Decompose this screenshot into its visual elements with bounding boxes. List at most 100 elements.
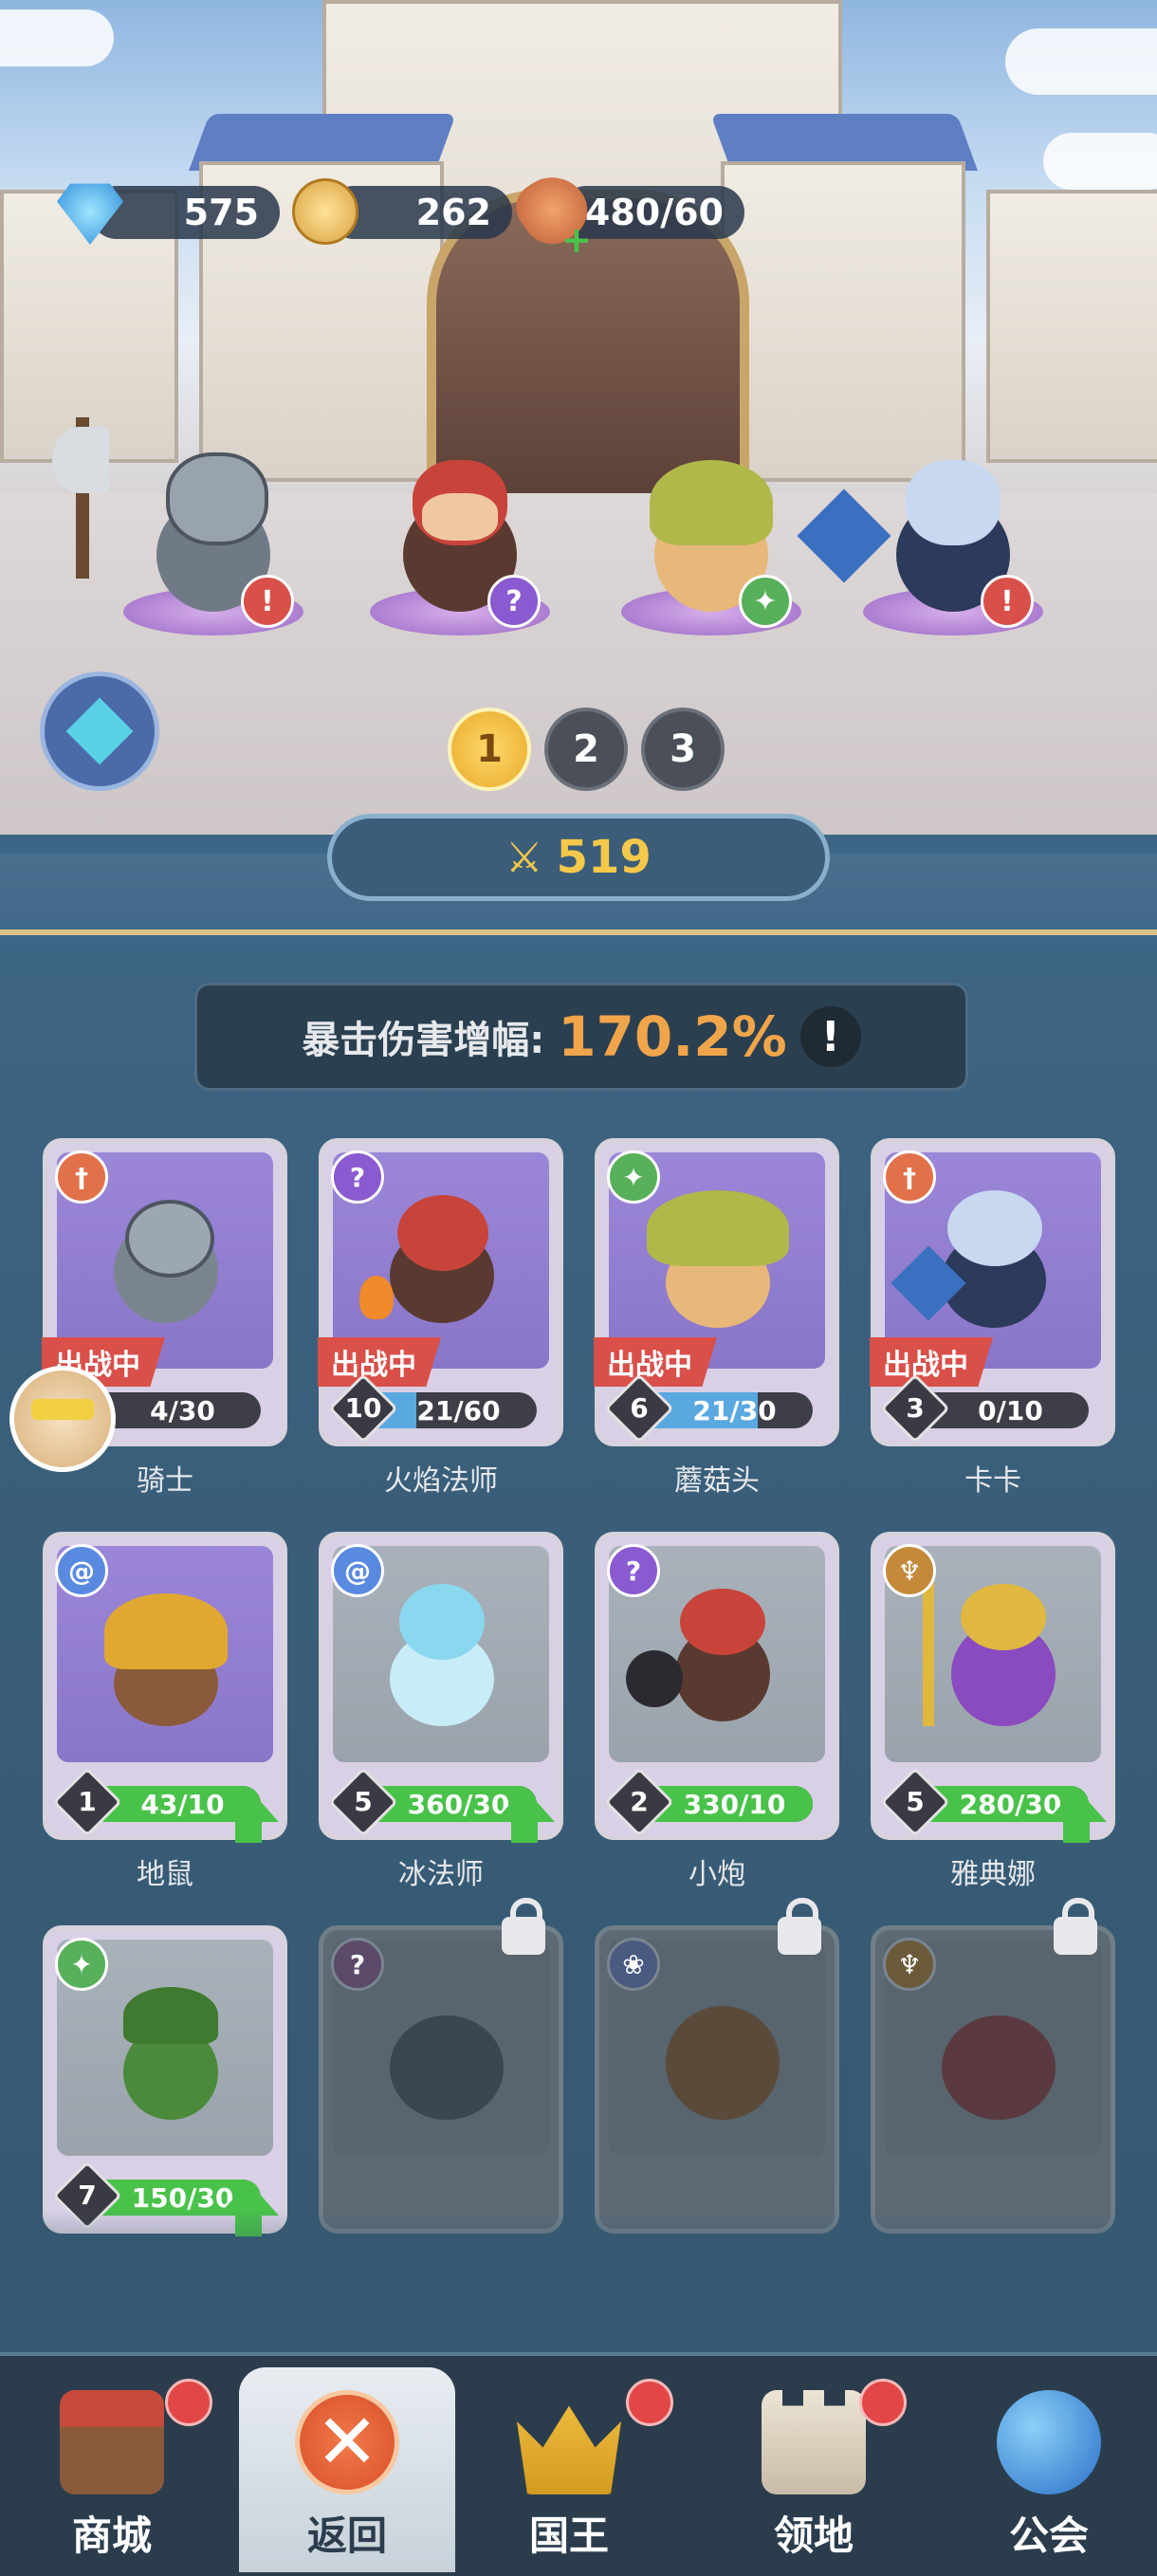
formation-button[interactable] <box>40 672 159 791</box>
deployed-tag: 出战中 <box>594 1337 717 1387</box>
panel-trim <box>0 929 1157 935</box>
cloud <box>1043 133 1157 190</box>
hero-card-cannon[interactable]: ? 330/10 2 <box>595 1532 839 1840</box>
ice-crown <box>399 1584 485 1660</box>
kaka-hair <box>906 460 1001 545</box>
hero-card-fire-mage[interactable]: ? 出战中 21/60 10 <box>318 1138 563 1446</box>
constellation-icon: ✦ <box>55 1938 108 1991</box>
hero-card-locked[interactable]: ? <box>319 1898 563 2234</box>
sword-icon: ⚔ <box>505 833 543 882</box>
lock-icon <box>778 1898 821 1955</box>
nav-guild[interactable]: 公会 <box>945 2371 1153 2572</box>
level-number: 6 <box>630 1392 649 1424</box>
lock-icon <box>1054 1898 1097 1955</box>
stage-hero-fire-mage[interactable]: ? <box>370 446 550 635</box>
cloud <box>1005 28 1157 95</box>
wings-icon: ♆ <box>883 1938 936 1991</box>
info-button[interactable]: ! <box>799 1006 861 1067</box>
staff-icon: ? <box>607 1544 660 1597</box>
wings-icon: ♆ <box>883 1544 936 1597</box>
knight-helmet <box>125 1200 214 1278</box>
lock-icon <box>502 1898 545 1955</box>
alert-badge: ! <box>981 575 1034 628</box>
diamond-grid-icon <box>65 697 134 765</box>
stage-hero-knight[interactable]: ! <box>52 417 303 635</box>
deployed-tag: 出战中 <box>318 1337 441 1387</box>
hero-name: 雅典娜 <box>950 1858 1036 1891</box>
nav-back[interactable]: ✕ 返回 <box>243 2371 451 2572</box>
sword-icon: † <box>883 1150 936 1204</box>
alert-badge: ! <box>241 575 294 628</box>
nav-label: 商城 <box>71 2512 152 2559</box>
flame <box>359 1276 394 1319</box>
upgrade-arrow-icon <box>218 1788 279 1843</box>
axe-blade <box>52 427 109 493</box>
mermaid-silhouette <box>942 2015 1056 2120</box>
fisher-silhouette <box>390 2015 504 2120</box>
hero-card-locked[interactable]: ❀ <box>595 1898 839 2234</box>
level-number: 5 <box>354 1786 373 1817</box>
level-badge: 5 <box>880 1767 950 1837</box>
notification-dot <box>859 2379 907 2426</box>
avatar-glasses <box>31 1399 94 1420</box>
team-page-3[interactable]: 3 <box>641 708 725 791</box>
shop-icon <box>60 2390 164 2494</box>
hero-card-kaka[interactable]: † 出战中 0/10 3 <box>870 1138 1115 1446</box>
gem-count: 575 <box>183 192 259 233</box>
staff-icon: ? <box>331 1150 384 1204</box>
level-badge: 5 <box>328 1767 398 1837</box>
coin-icon <box>292 178 358 245</box>
castle-tower <box>986 190 1157 463</box>
team-page-1[interactable]: 1 <box>448 708 531 791</box>
level-number: 10 <box>344 1392 382 1424</box>
team-page-2[interactable]: 2 <box>544 708 628 791</box>
nav-label: 领地 <box>773 2512 854 2559</box>
staff-badge: ? <box>487 575 541 628</box>
add-stamina-icon[interactable]: + <box>561 222 592 258</box>
nav-king[interactable]: 国王 <box>465 2371 673 2572</box>
nav-label: 国王 <box>528 2512 609 2559</box>
nav-territory[interactable]: 领地 <box>709 2371 918 2572</box>
swirl-icon: @ <box>55 1544 108 1597</box>
golden-staff <box>923 1574 934 1726</box>
hero-name: 火焰法师 <box>384 1464 498 1498</box>
power-value: 519 <box>556 831 652 884</box>
list-fade <box>0 2210 1157 2362</box>
paw-icon: ❀ <box>607 1938 660 1991</box>
bomb-icon <box>626 1650 683 1707</box>
hero-card-ice-mage[interactable]: @ 360/30 5 <box>319 1532 563 1843</box>
castle-icon <box>762 2390 866 2494</box>
player-avatar[interactable] <box>9 1366 116 1472</box>
bandana <box>680 1589 765 1655</box>
crit-value: 170.2% <box>558 1004 787 1069</box>
hero-card-mushroom[interactable]: ✦ 出战中 21/30 6 <box>594 1138 839 1446</box>
coin-count: 262 <box>415 192 491 233</box>
hero-card-athena[interactable]: ♆ 280/30 5 <box>871 1532 1115 1843</box>
stage-hero-mushroom[interactable]: ✦ <box>621 446 801 635</box>
hero-card-locked[interactable]: ♆ <box>871 1898 1115 2234</box>
upgrade-arrow-icon <box>1046 1788 1107 1843</box>
notification-dot <box>626 2379 673 2426</box>
close-icon: ✕ <box>295 2390 399 2494</box>
archer-hat <box>123 1987 218 2044</box>
nav-shop[interactable]: 商城 <box>8 2371 216 2572</box>
gem-counter: 575 <box>90 186 280 239</box>
hero-card-gopher[interactable]: @ 43/10 1 <box>43 1532 287 1843</box>
level-badge: 2 <box>604 1767 674 1837</box>
staff-icon: ? <box>331 1938 384 1991</box>
level-number: 1 <box>78 1786 97 1817</box>
fire-mage-head <box>397 1195 488 1271</box>
hero-name: 冰法师 <box>398 1858 484 1891</box>
stamina-count: 480/60 <box>584 192 724 233</box>
hero-name: 蘑菇头 <box>674 1464 760 1498</box>
hero-card-archer[interactable]: ✦ 150/30 7 <box>43 1925 287 2236</box>
swirl-icon: @ <box>331 1544 384 1597</box>
page-number: 2 <box>573 727 599 771</box>
cloud <box>0 9 114 66</box>
crit-label: 暴击伤害增幅: <box>302 1019 545 1062</box>
constellation-icon: ✦ <box>607 1150 660 1204</box>
castle-scene: 575 262 480/60 + ! ? ✦ ! 1 2 3 <box>0 0 1157 854</box>
stage-hero-kaka[interactable]: ! <box>797 446 1043 635</box>
crit-damage-panel: 暴击伤害增幅: 170.2% ! <box>194 983 968 1091</box>
level-number: 3 <box>906 1392 925 1424</box>
